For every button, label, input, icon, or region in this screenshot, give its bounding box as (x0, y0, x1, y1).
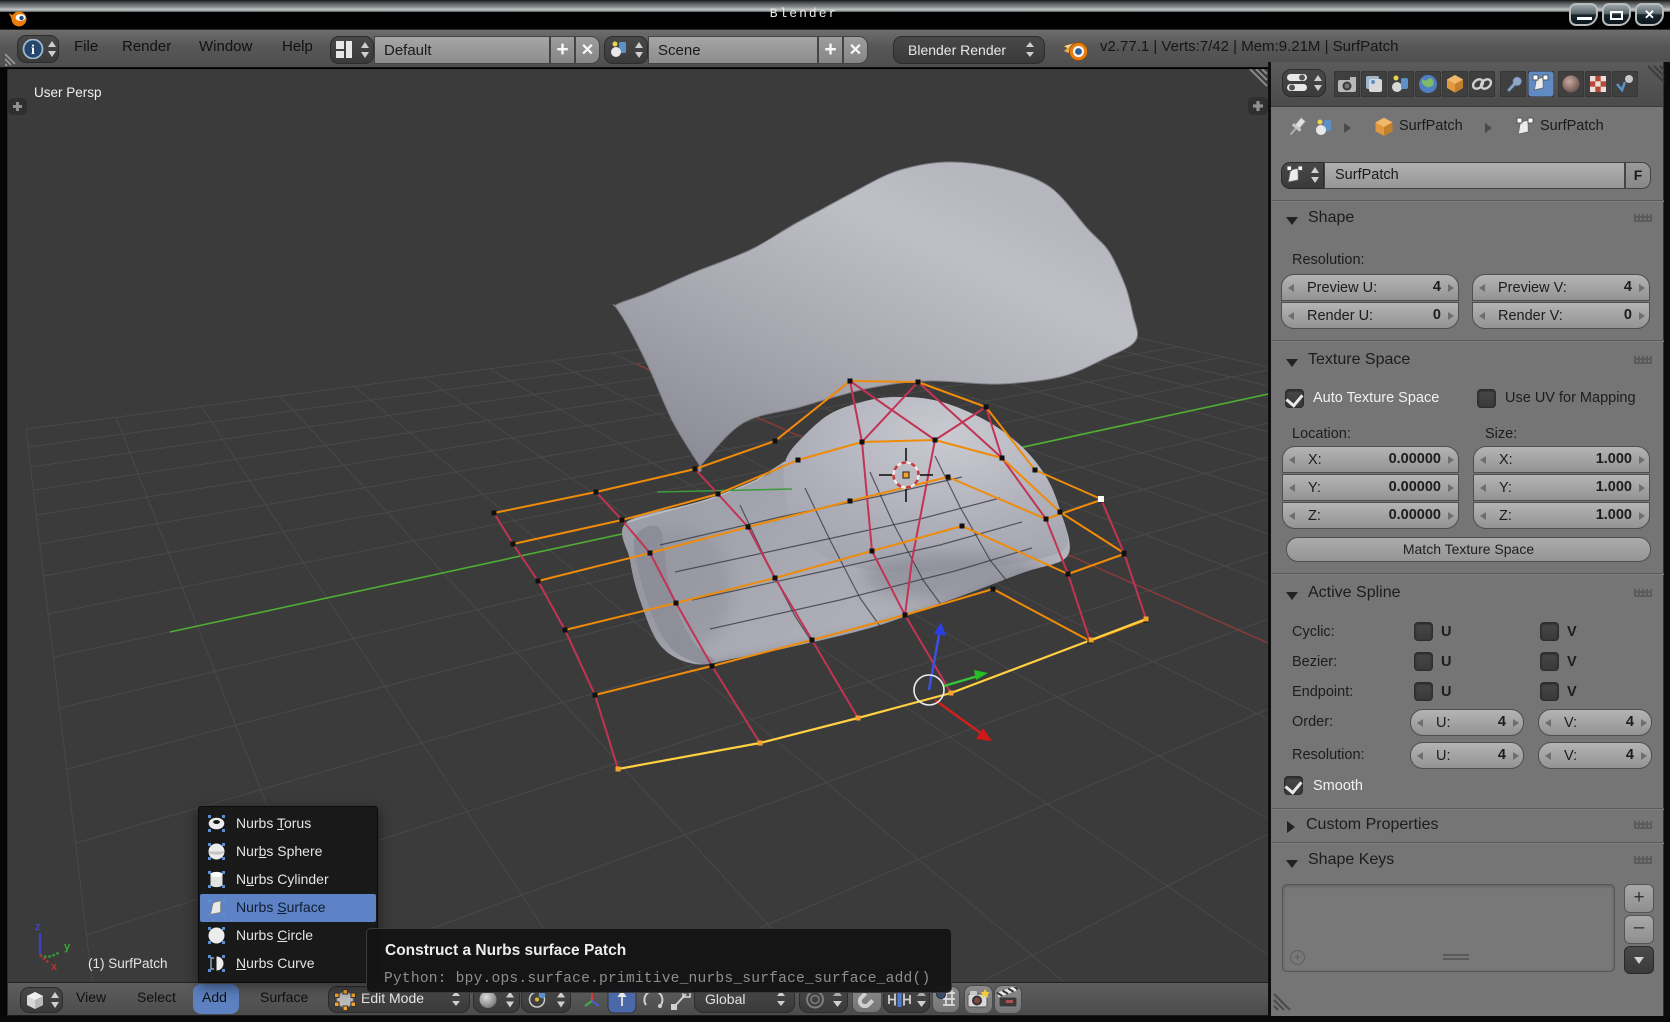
svg-text:y: y (64, 941, 71, 953)
svg-text:i: i (31, 43, 35, 58)
svg-text:z: z (35, 921, 41, 933)
svg-text:(1) SurfPatch: (1) SurfPatch (88, 956, 168, 971)
svg-text:User Persp: User Persp (34, 85, 102, 100)
svg-text:x: x (51, 961, 58, 973)
